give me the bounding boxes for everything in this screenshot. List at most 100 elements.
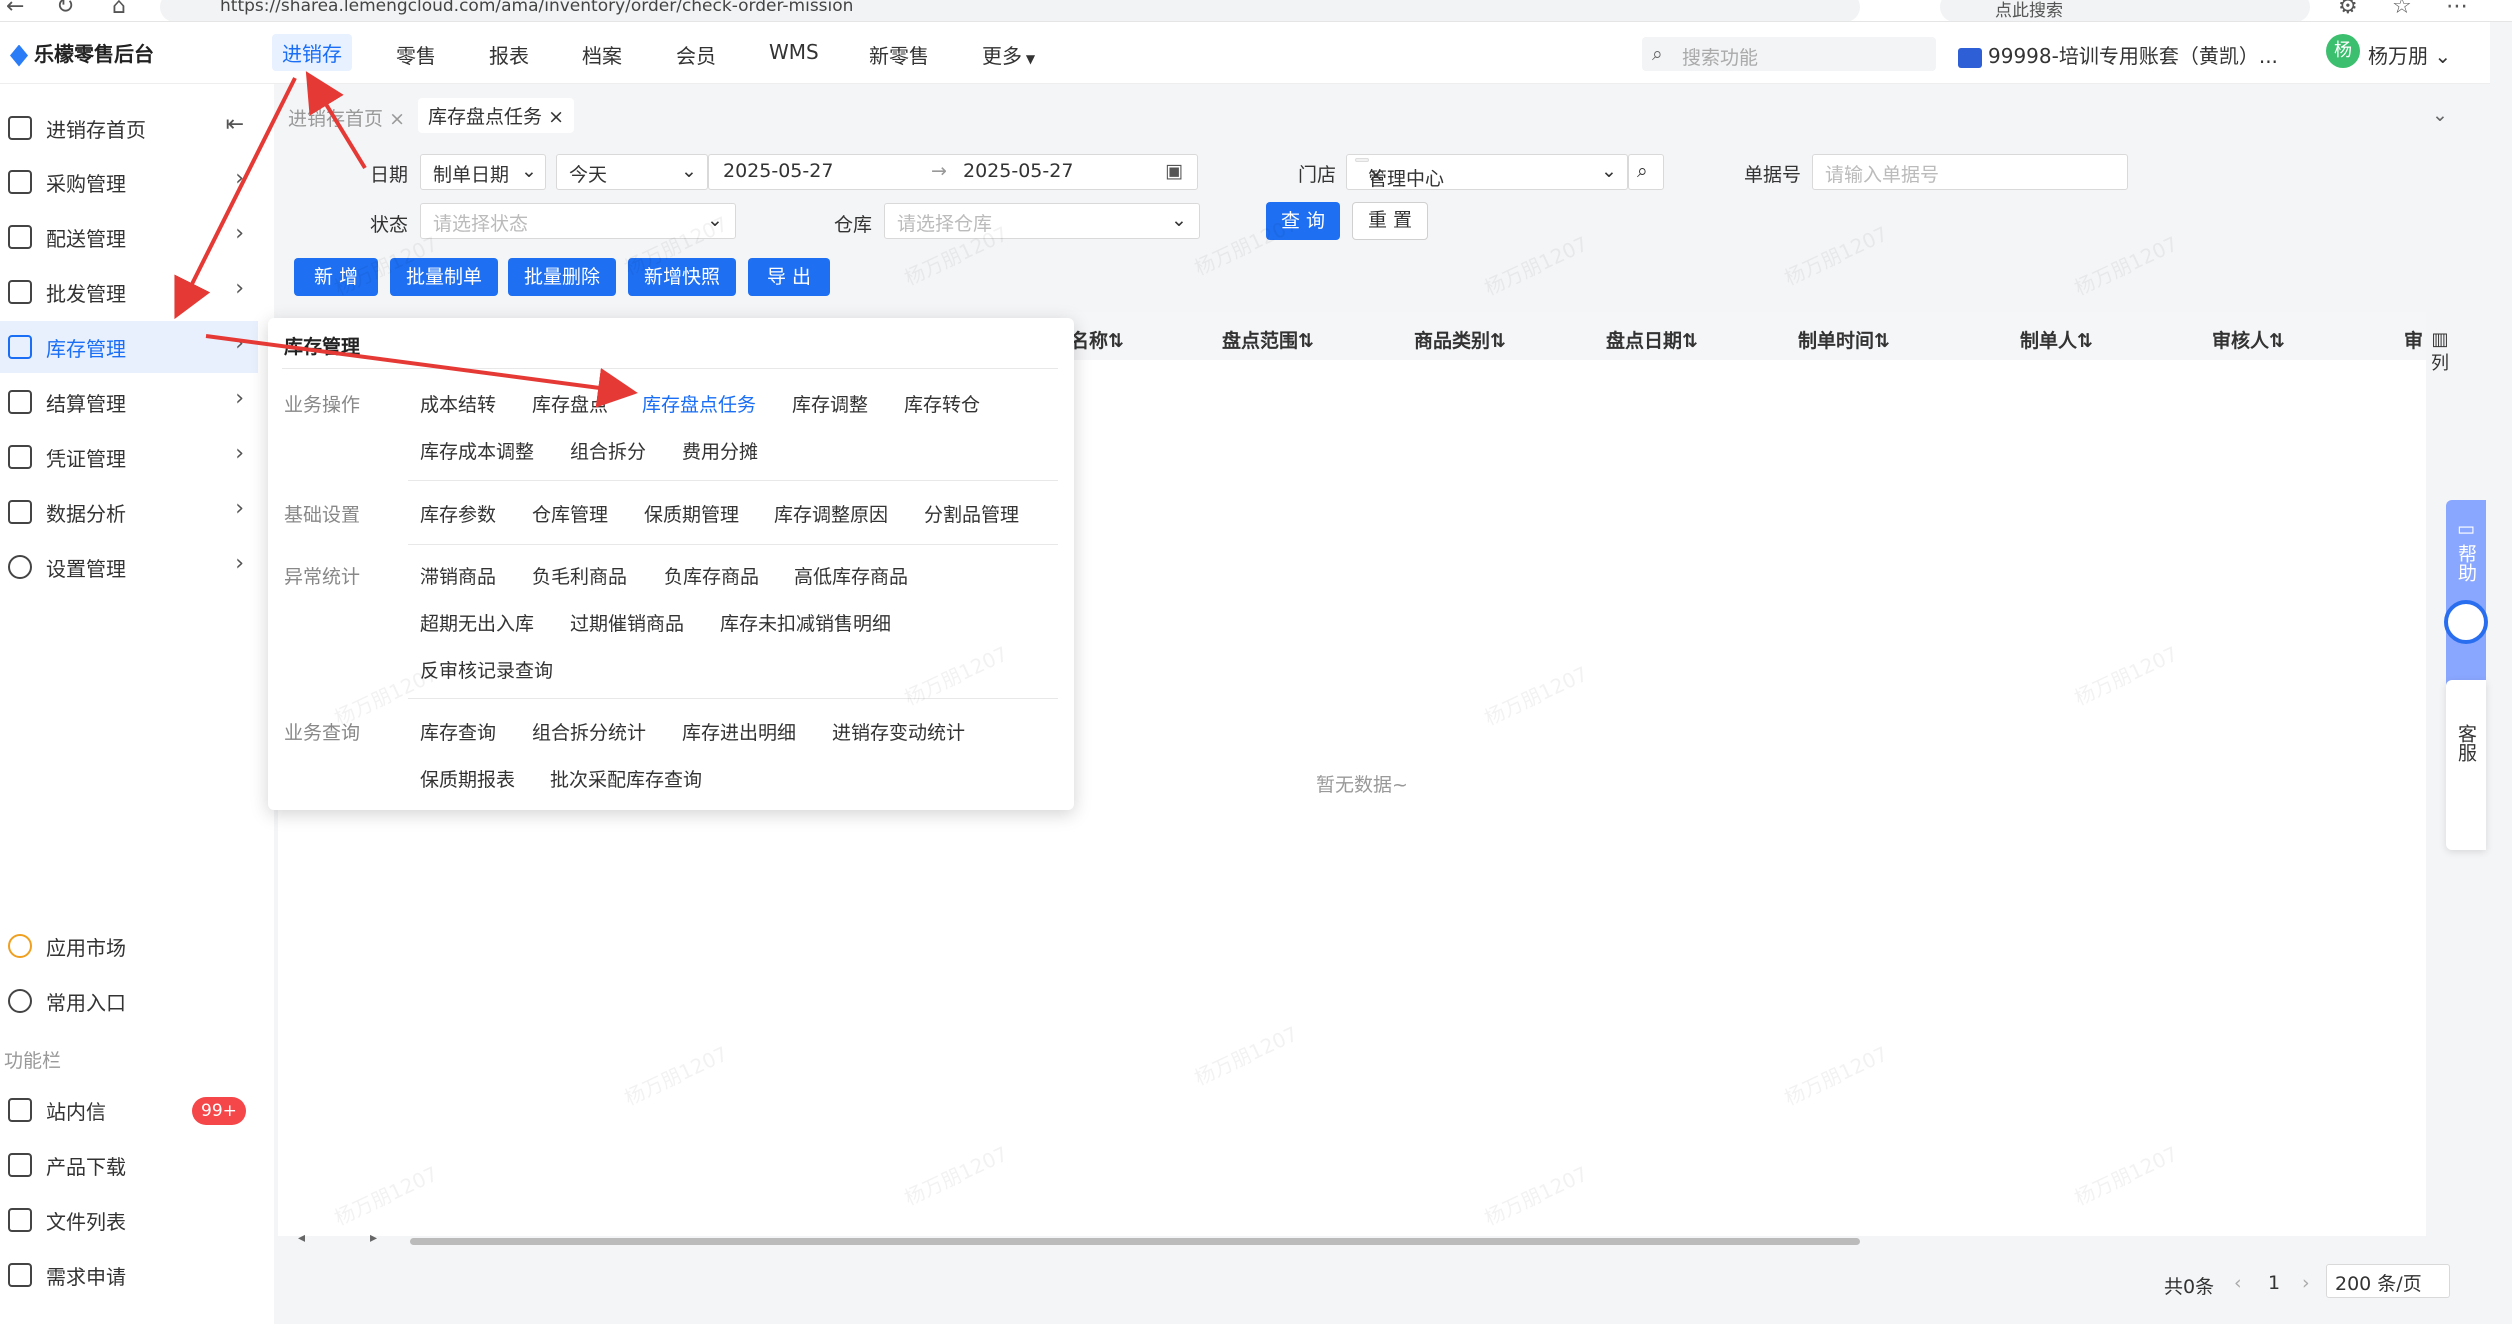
- nav-wms[interactable]: WMS: [769, 40, 819, 64]
- menu-item[interactable]: 反审核记录查询: [420, 656, 553, 683]
- scroll-left-icon[interactable]: ◂: [298, 1230, 305, 1246]
- sidebar-item-purchase[interactable]: 采购管理 ›: [0, 156, 258, 208]
- column-header[interactable]: 盘点范围⇅: [1222, 326, 1314, 353]
- customer-service[interactable]: 客服: [2446, 680, 2486, 850]
- menu-item[interactable]: 库存盘点: [532, 390, 608, 417]
- page-size-select[interactable]: 200 条/页: [2326, 1264, 2450, 1298]
- menu-item[interactable]: 批次采配库存查询: [550, 765, 702, 792]
- nav-jinxiaocun[interactable]: 进销存: [272, 34, 352, 71]
- sidebar-item-analysis[interactable]: 数据分析 ›: [0, 486, 258, 538]
- sidebar-item-files[interactable]: 文件列表: [0, 1194, 258, 1246]
- menu-item[interactable]: 仓库管理: [532, 500, 608, 527]
- address-bar[interactable]: https://sharea.lemengcloud.com/ama/inven…: [160, 0, 1860, 21]
- menu-item[interactable]: 库存进出明细: [682, 718, 796, 745]
- menu-item[interactable]: 库存转仓: [904, 390, 980, 417]
- date-start: 2025-05-27: [723, 160, 834, 182]
- back-icon[interactable]: ←: [6, 0, 24, 19]
- function-search[interactable]: ⌕ 搜索功能: [1642, 37, 1936, 71]
- menu-item[interactable]: 成本结转: [420, 390, 496, 417]
- column-header[interactable]: 审核人⇅: [2212, 326, 2285, 353]
- collapse-icon[interactable]: ⇤: [226, 112, 244, 137]
- favorites-icon[interactable]: ☆: [2392, 0, 2412, 19]
- current-page[interactable]: 1: [2268, 1272, 2280, 1294]
- column-header[interactable]: 制单人⇅: [2020, 326, 2093, 353]
- help-circle-icon[interactable]: [2444, 600, 2488, 644]
- avatar[interactable]: 杨: [2326, 34, 2360, 68]
- nav-new-retail[interactable]: 新零售: [869, 40, 929, 69]
- menu-item[interactable]: 费用分摊: [682, 437, 758, 464]
- close-icon[interactable]: ×: [548, 106, 564, 128]
- menu-item[interactable]: 库存查询: [420, 718, 496, 745]
- sidebar-item-distribution[interactable]: 配送管理 ›: [0, 211, 258, 263]
- scroll-right-icon[interactable]: ▸: [370, 1230, 377, 1246]
- menu-item[interactable]: 保质期管理: [644, 500, 739, 527]
- date-range-picker[interactable]: 2025-05-27 → 2025-05-27 ▣: [708, 154, 1198, 190]
- home-icon[interactable]: ⌂: [112, 0, 126, 19]
- sidebar-item-favorites[interactable]: 常用入口: [0, 975, 258, 1027]
- sidebar-item-settings[interactable]: 设置管理 ›: [0, 541, 258, 593]
- column-header[interactable]: 制单时间⇅: [1798, 326, 1890, 353]
- menu-item[interactable]: 过期催销商品: [570, 609, 684, 636]
- menu-item[interactable]: 保质期报表: [420, 765, 515, 792]
- column-header[interactable]: 盘点日期⇅: [1606, 326, 1698, 353]
- column-header[interactable]: 名称⇅: [1070, 326, 1124, 353]
- sidebar-item-label: 结算管理: [46, 392, 126, 416]
- sidebar-item-wholesale[interactable]: 批发管理 ›: [0, 266, 258, 318]
- store-select[interactable]: 管理中心 × ⌄: [1346, 154, 1628, 190]
- menu-item[interactable]: 库存调整: [792, 390, 868, 417]
- refresh-icon[interactable]: ↻: [56, 0, 74, 19]
- reset-button[interactable]: 重 置: [1352, 202, 1428, 240]
- date-range-select[interactable]: 今天 ⌄: [556, 154, 708, 190]
- menu-item[interactable]: 库存成本调整: [420, 437, 534, 464]
- account-selector[interactable]: 99998-培训专用账套（黄凯）...: [1958, 40, 2278, 69]
- nav-reports[interactable]: 报表: [489, 40, 529, 69]
- menu-item[interactable]: 超期无出入库: [420, 609, 534, 636]
- extensions-icon[interactable]: ⚙: [2338, 0, 2358, 19]
- sidebar-item-settlement[interactable]: 结算管理 ›: [0, 376, 258, 428]
- close-icon[interactable]: ×: [389, 108, 405, 130]
- menu-item[interactable]: 库存未扣减销售明细: [720, 609, 891, 636]
- nav-archive[interactable]: 档案: [582, 40, 622, 69]
- export-button[interactable]: 导 出: [748, 258, 830, 296]
- sidebar-item-download[interactable]: 产品下载: [0, 1139, 258, 1191]
- menu-item-check-task[interactable]: 库存盘点任务: [642, 390, 756, 417]
- batch-delete-button[interactable]: 批量删除: [508, 258, 616, 296]
- sidebar-item-voucher[interactable]: 凭证管理 ›: [0, 431, 258, 483]
- nav-more[interactable]: 更多 ▼: [982, 40, 1035, 69]
- menu-item[interactable]: 高低库存商品: [794, 562, 908, 589]
- menu-item[interactable]: 组合拆分统计: [532, 718, 646, 745]
- nav-member[interactable]: 会员: [676, 40, 716, 69]
- tab-check-task[interactable]: 库存盘点任务 ×: [418, 98, 574, 133]
- date-type-select[interactable]: 制单日期 ⌄: [420, 154, 546, 190]
- column-header[interactable]: 商品类别⇅: [1414, 326, 1506, 353]
- menu-item[interactable]: 库存参数: [420, 500, 496, 527]
- browser-search[interactable]: 点此搜索: [1940, 0, 2310, 21]
- column-settings[interactable]: ▥ 列: [2428, 328, 2452, 376]
- menu-item[interactable]: 负库存商品: [664, 562, 759, 589]
- close-icon[interactable]: ×: [1368, 164, 1384, 186]
- tabs-more-icon[interactable]: ⌄: [2432, 104, 2448, 126]
- user-menu[interactable]: 杨万朋 ⌄: [2368, 40, 2451, 69]
- horizontal-scrollbar[interactable]: [410, 1238, 1860, 1245]
- help-panel[interactable]: ▭ 帮助: [2446, 500, 2486, 690]
- column-header[interactable]: 审: [2404, 326, 2423, 353]
- sidebar-item-requests[interactable]: 需求申请: [0, 1249, 258, 1301]
- menu-item[interactable]: 组合拆分: [570, 437, 646, 464]
- sidebar-item-home[interactable]: 进销存首页 ⇤: [0, 102, 258, 154]
- prev-page-icon[interactable]: ‹: [2234, 1272, 2242, 1294]
- menu-item[interactable]: 分割品管理: [924, 500, 1019, 527]
- warehouse-select[interactable]: 请选择仓库 ⌄: [884, 203, 1200, 239]
- docno-input[interactable]: 请输入单据号: [1812, 154, 2128, 190]
- sidebar-item-inventory[interactable]: 库存管理 ›: [0, 321, 258, 373]
- menu-item[interactable]: 库存调整原因: [774, 500, 888, 527]
- nav-retail[interactable]: 零售: [396, 40, 436, 69]
- menu-icon[interactable]: ⋯: [2446, 0, 2468, 19]
- sidebar-item-app-market[interactable]: 应用市场: [0, 920, 258, 972]
- tab-home[interactable]: 进销存首页 ×: [288, 104, 405, 131]
- menu-item[interactable]: 滞销商品: [420, 562, 496, 589]
- menu-item[interactable]: 负毛利商品: [532, 562, 627, 589]
- menu-item[interactable]: 进销存变动统计: [832, 718, 965, 745]
- page-tabs: 进销存首页 × 库存盘点任务 × ⌄: [278, 94, 2478, 138]
- next-page-icon[interactable]: ›: [2302, 1272, 2310, 1294]
- store-search-button[interactable]: ⌕: [1628, 154, 1664, 190]
